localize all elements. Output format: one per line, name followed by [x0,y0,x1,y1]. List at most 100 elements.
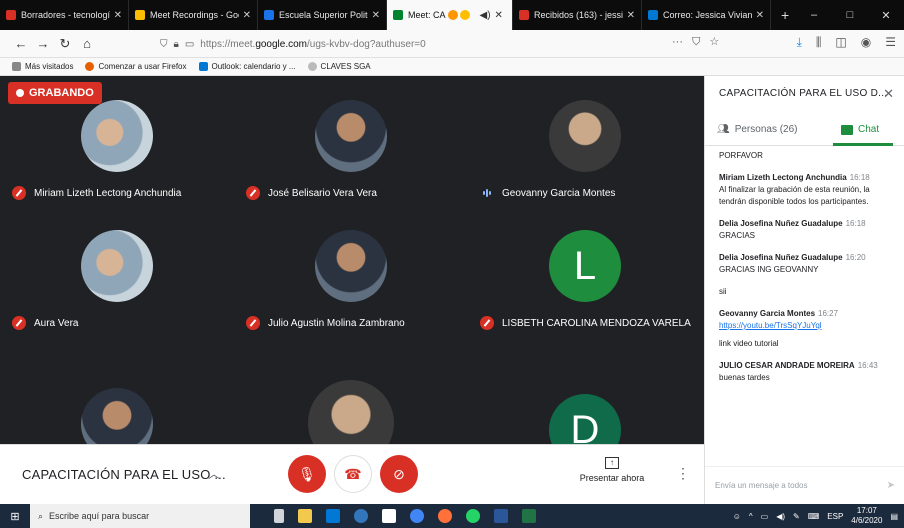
chat-message: Delia Josefina Nuñez Guadalupe 16:20 GRACI… [719,252,895,276]
participant-tile[interactable] [0,336,234,444]
message-link[interactable]: https://youtu.be/TrsSqYJuYql [719,320,895,332]
page-actions-menu-button[interactable]: ··· [672,36,683,48]
downloads-icon[interactable]: ⤓ [797,35,802,50]
meet-video-grid: GRABANDO Miriam Lizeth Lectong Anchundia… [0,76,704,444]
bookmark-mas-visitados[interactable]: Más visitados [12,62,73,71]
whatsapp-icon[interactable] [466,509,480,523]
permissions-icon[interactable]: ▭ [185,39,194,50]
pen-icon[interactable]: ✎ [793,512,800,521]
sidebar-icon[interactable]: ◫ [835,35,846,50]
language-indicator[interactable]: ESP [827,512,843,521]
chat-input[interactable]: Envía un mensaje a todos ➤ [705,466,904,504]
message-time: 16:20 [845,253,866,262]
message-time: 16:18 [849,173,870,182]
bookmark-firefox[interactable]: Comenzar a usar Firefox [85,62,187,71]
windows-start-icon[interactable]: ⊞ [0,510,30,523]
close-tab-icon[interactable]: ✕ [243,10,251,21]
browser-tab-strip: Borradores - tecnología ✕ Meet Recording… [0,0,904,30]
keyboard-icon[interactable]: ⌨ [808,512,820,521]
shield-icon: ⛉ [160,38,168,50]
word-icon[interactable] [494,509,508,523]
menu-icon[interactable]: ☰ [885,35,896,50]
chat-message: Delia Josefina Nuñez Guadalupe 16:18 GRACI… [719,218,895,242]
close-window-button[interactable]: ✕ [868,0,904,30]
pocket-icon[interactable]: ⛉ [692,36,700,48]
participant-tile[interactable]: Julio Agustin Molina Zambrano [234,206,468,336]
excel-icon[interactable] [522,509,536,523]
message-text: PORFAVOR [719,151,763,160]
tab-recibidos[interactable]: Recibidos (163) - jessica ✕ [513,0,642,30]
outlook-icon [648,10,658,20]
close-tab-icon[interactable]: ✕ [627,10,635,21]
minimize-button[interactable]: – [796,0,832,30]
firefox-icon[interactable] [438,509,452,523]
maximize-button[interactable]: □ [832,0,868,30]
mail-icon[interactable] [326,509,340,523]
taskbar-search[interactable]: ⌕ Escribe aquí para buscar [30,504,250,528]
tab-people[interactable]: 👥︎ Personas (26) [717,124,798,135]
participant-tile[interactable]: José Belisario Vera Vera [234,76,468,206]
account-icon[interactable]: ◉ [861,35,871,50]
meeting-title[interactable]: CAPACITACIÓN PARA EL USO ... [22,467,226,482]
home-button[interactable]: ⌂ [76,36,98,51]
present-now-button[interactable]: ↑ Presentar ahora [576,457,648,483]
task-view-icon[interactable] [274,509,284,523]
participant-name: José Belisario Vera Vera [268,187,377,199]
outlook-icon [198,62,208,71]
edge-icon[interactable] [354,509,368,523]
chat-input-placeholder: Envía un mensaje a todos [715,481,808,490]
file-manager-icon[interactable] [298,509,312,523]
message-author: Miriam Lizeth Lectong Anchundia [719,173,847,182]
tab-meet-active[interactable]: Meet: CA ◀) ✕ [387,0,513,30]
bookmark-claves[interactable]: CLAVES SGA [307,62,371,71]
chat-message: PORFAVOR [719,150,895,162]
close-tab-icon[interactable]: ✕ [756,10,764,21]
screen: Borradores - tecnología ✕ Meet Recording… [0,0,904,528]
bookmark-star-icon[interactable]: ☆ [709,36,719,48]
speaker-icon[interactable]: ◀) [480,10,491,21]
participant-avatar [81,230,153,302]
message-text: GRACIAS ING GEOVANNY [719,265,819,274]
forward-button[interactable]: → [32,36,54,51]
store-icon[interactable] [382,509,396,523]
chevron-up-icon[interactable]: ^ [749,512,753,521]
participant-tile[interactable]: L LISBETH CAROLINA MENDOZA VARELA [468,206,702,336]
tab-meet-recordings[interactable]: Meet Recordings - Goo ✕ [129,0,258,30]
close-tab-icon[interactable]: ✕ [372,10,380,21]
mic-off-icon: 🎙︎ [298,465,316,482]
participant-tile[interactable]: Miriam Lizeth Lectong Anchundia [0,76,234,206]
new-tab-button[interactable]: + [771,7,799,23]
tab-escuela[interactable]: Escuela Superior Politéc ✕ [258,0,387,30]
close-tab-icon[interactable]: ✕ [495,10,503,21]
reload-button[interactable]: ↻ [54,36,76,52]
camera-toggle-button[interactable]: ⊘ [380,455,418,493]
participant-avatar [81,100,153,172]
volume-icon[interactable]: ◀) [776,512,785,521]
chrome-icon[interactable] [410,509,424,523]
more-options-icon[interactable]: ⋮ [676,465,690,482]
participant-tile[interactable]: Geovanny Garcia Montes [468,76,702,206]
back-button[interactable]: ← [10,36,32,51]
bookmark-outlook[interactable]: Outlook: calendario y ... [198,62,296,71]
participant-tile[interactable]: Aura Vera [0,206,234,336]
address-bar[interactable]: ⛉ 🔒︎ ▭ https://meet. google.com/ugs-kvbv-… [160,34,720,54]
tab-borradores[interactable]: Borradores - tecnología ✕ [0,0,129,30]
chevron-up-icon[interactable]: ︿ [208,465,220,482]
close-icon[interactable]: ✕ [883,86,894,102]
notifications-icon[interactable]: ▤ [890,512,898,521]
people-icon[interactable]: ☺ [733,512,741,521]
leave-call-button[interactable]: ☎︎ [334,455,372,493]
send-icon[interactable]: ➤ [887,480,895,491]
library-icon[interactable]: ⫼ [816,35,822,50]
close-tab-icon[interactable]: ✕ [114,10,122,21]
tab-chat[interactable]: Chat [841,124,879,135]
participant-avatar [549,100,621,172]
tab-correo[interactable]: Correo: Jessica Viviana ✕ [642,0,771,30]
participant-tile[interactable]: D [468,336,702,444]
mic-toggle-button[interactable]: 🎙︎ [288,455,326,493]
participant-tile[interactable] [234,336,468,444]
drive-icon [135,10,145,20]
clock[interactable]: 17:07 4/6/2020 [851,506,882,526]
network-icon[interactable]: ▭ [761,512,769,521]
hangup-icon: ☎︎ [344,465,362,482]
